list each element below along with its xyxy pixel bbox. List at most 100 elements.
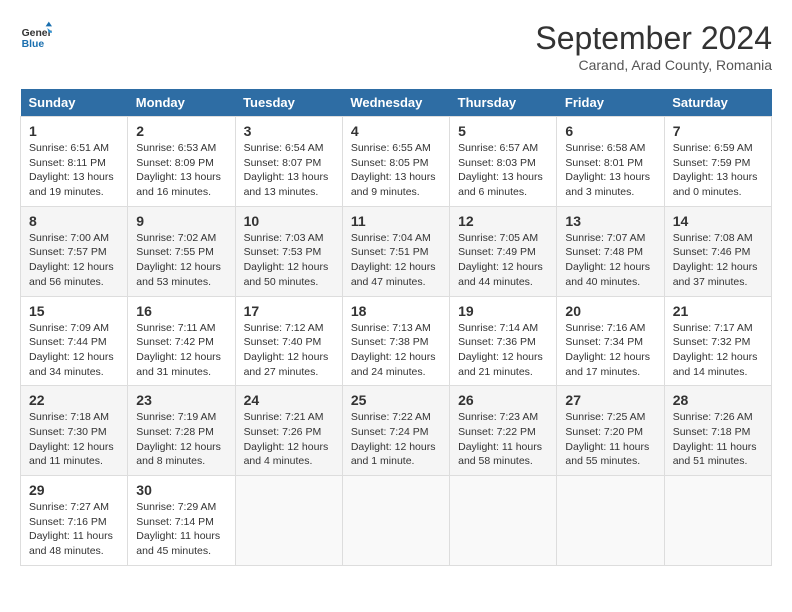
day-info: Sunrise: 7:07 AMSunset: 7:48 PMDaylight:…	[565, 231, 655, 290]
calendar-cell	[235, 476, 342, 566]
day-info: Sunrise: 7:02 AMSunset: 7:55 PMDaylight:…	[136, 231, 226, 290]
logo-icon: General Blue	[20, 20, 52, 52]
day-info: Sunrise: 6:58 AMSunset: 8:01 PMDaylight:…	[565, 141, 655, 200]
calendar-cell: 27Sunrise: 7:25 AMSunset: 7:20 PMDayligh…	[557, 386, 664, 476]
calendar-table: Sunday Monday Tuesday Wednesday Thursday…	[20, 89, 772, 566]
day-info: Sunrise: 6:51 AMSunset: 8:11 PMDaylight:…	[29, 141, 119, 200]
day-number: 16	[136, 303, 226, 319]
day-number: 4	[351, 123, 441, 139]
day-info: Sunrise: 7:00 AMSunset: 7:57 PMDaylight:…	[29, 231, 119, 290]
day-number: 3	[244, 123, 334, 139]
col-sunday: Sunday	[21, 89, 128, 117]
day-number: 11	[351, 213, 441, 229]
calendar-week-row: 1Sunrise: 6:51 AMSunset: 8:11 PMDaylight…	[21, 117, 772, 207]
day-number: 6	[565, 123, 655, 139]
calendar-cell: 20 Sunrise: 7:16 AMSunset: 7:34 PMDayligh…	[557, 296, 664, 386]
day-number: 24	[244, 392, 334, 408]
day-info: Sunrise: 7:13 AMSunset: 7:38 PMDaylight:…	[351, 321, 441, 380]
calendar-cell: 18 Sunrise: 7:13 AMSunset: 7:38 PMDayligh…	[342, 296, 449, 386]
day-number: 25	[351, 392, 441, 408]
calendar-cell: 2 Sunrise: 6:53 AMSunset: 8:09 PMDaylight…	[128, 117, 235, 207]
day-number: 10	[244, 213, 334, 229]
day-info: Sunrise: 7:09 AMSunset: 7:44 PMDaylight:…	[29, 321, 119, 380]
col-saturday: Saturday	[664, 89, 771, 117]
day-info: Sunrise: 7:16 AMSunset: 7:34 PMDaylight:…	[565, 321, 655, 380]
calendar-cell: 14 Sunrise: 7:08 AMSunset: 7:46 PMDayligh…	[664, 206, 771, 296]
day-info: Sunrise: 7:18 AMSunset: 7:30 PMDaylight:…	[29, 410, 119, 469]
day-number: 21	[673, 303, 763, 319]
day-number: 12	[458, 213, 548, 229]
day-info: Sunrise: 7:19 AMSunset: 7:28 PMDaylight:…	[136, 410, 226, 469]
day-info: Sunrise: 7:23 AMSunset: 7:22 PMDaylight:…	[458, 410, 548, 469]
page-header: General Blue September 2024 Carand, Arad…	[20, 20, 772, 73]
day-number: 13	[565, 213, 655, 229]
calendar-cell: 13 Sunrise: 7:07 AMSunset: 7:48 PMDayligh…	[557, 206, 664, 296]
day-number: 18	[351, 303, 441, 319]
col-monday: Monday	[128, 89, 235, 117]
day-number: 7	[673, 123, 763, 139]
day-info: Sunrise: 7:04 AMSunset: 7:51 PMDaylight:…	[351, 231, 441, 290]
day-number: 2	[136, 123, 226, 139]
calendar-cell: 9 Sunrise: 7:02 AMSunset: 7:55 PMDaylight…	[128, 206, 235, 296]
calendar-cell: 11 Sunrise: 7:04 AMSunset: 7:51 PMDayligh…	[342, 206, 449, 296]
col-friday: Friday	[557, 89, 664, 117]
day-number: 17	[244, 303, 334, 319]
calendar-cell	[342, 476, 449, 566]
day-number: 26	[458, 392, 548, 408]
calendar-week-row: 8 Sunrise: 7:00 AMSunset: 7:57 PMDaylight…	[21, 206, 772, 296]
calendar-cell: 4Sunrise: 6:55 AMSunset: 8:05 PMDaylight…	[342, 117, 449, 207]
calendar-cell: 10Sunrise: 7:03 AMSunset: 7:53 PMDayligh…	[235, 206, 342, 296]
calendar-cell: 26 Sunrise: 7:23 AMSunset: 7:22 PMDayligh…	[450, 386, 557, 476]
calendar-cell: 1Sunrise: 6:51 AMSunset: 8:11 PMDaylight…	[21, 117, 128, 207]
calendar-cell: 7 Sunrise: 6:59 AMSunset: 7:59 PMDaylight…	[664, 117, 771, 207]
calendar-week-row: 29Sunrise: 7:27 AMSunset: 7:16 PMDayligh…	[21, 476, 772, 566]
day-number: 29	[29, 482, 119, 498]
calendar-cell: 21 Sunrise: 7:17 AMSunset: 7:32 PMDayligh…	[664, 296, 771, 386]
calendar-cell: 19Sunrise: 7:14 AMSunset: 7:36 PMDayligh…	[450, 296, 557, 386]
day-number: 15	[29, 303, 119, 319]
day-info: Sunrise: 7:17 AMSunset: 7:32 PMDaylight:…	[673, 321, 763, 380]
day-number: 14	[673, 213, 763, 229]
calendar-header-row: Sunday Monday Tuesday Wednesday Thursday…	[21, 89, 772, 117]
day-info: Sunrise: 7:29 AMSunset: 7:14 PMDaylight:…	[136, 500, 226, 559]
calendar-cell: 22Sunrise: 7:18 AMSunset: 7:30 PMDayligh…	[21, 386, 128, 476]
day-number: 5	[458, 123, 548, 139]
calendar-cell: 8 Sunrise: 7:00 AMSunset: 7:57 PMDaylight…	[21, 206, 128, 296]
day-number: 19	[458, 303, 548, 319]
day-info: Sunrise: 7:05 AMSunset: 7:49 PMDaylight:…	[458, 231, 548, 290]
day-info: Sunrise: 6:53 AMSunset: 8:09 PMDaylight:…	[136, 141, 226, 200]
day-info: Sunrise: 7:22 AMSunset: 7:24 PMDaylight:…	[351, 410, 441, 469]
calendar-week-row: 22Sunrise: 7:18 AMSunset: 7:30 PMDayligh…	[21, 386, 772, 476]
calendar-cell: 5 Sunrise: 6:57 AMSunset: 8:03 PMDaylight…	[450, 117, 557, 207]
day-info: Sunrise: 7:26 AMSunset: 7:18 PMDaylight:…	[673, 410, 763, 469]
month-title: September 2024	[535, 20, 772, 57]
calendar-cell: 30Sunrise: 7:29 AMSunset: 7:14 PMDayligh…	[128, 476, 235, 566]
calendar-cell: 3Sunrise: 6:54 AMSunset: 8:07 PMDaylight…	[235, 117, 342, 207]
day-info: Sunrise: 6:57 AMSunset: 8:03 PMDaylight:…	[458, 141, 548, 200]
day-number: 28	[673, 392, 763, 408]
calendar-cell: 16Sunrise: 7:11 AMSunset: 7:42 PMDayligh…	[128, 296, 235, 386]
day-number: 20	[565, 303, 655, 319]
calendar-week-row: 15 Sunrise: 7:09 AMSunset: 7:44 PMDayligh…	[21, 296, 772, 386]
col-thursday: Thursday	[450, 89, 557, 117]
calendar-cell: 28 Sunrise: 7:26 AMSunset: 7:18 PMDayligh…	[664, 386, 771, 476]
calendar-cell: 23Sunrise: 7:19 AMSunset: 7:28 PMDayligh…	[128, 386, 235, 476]
col-tuesday: Tuesday	[235, 89, 342, 117]
day-number: 9	[136, 213, 226, 229]
calendar-cell: 15 Sunrise: 7:09 AMSunset: 7:44 PMDayligh…	[21, 296, 128, 386]
day-number: 27	[565, 392, 655, 408]
day-info: Sunrise: 7:12 AMSunset: 7:40 PMDaylight:…	[244, 321, 334, 380]
day-number: 8	[29, 213, 119, 229]
col-wednesday: Wednesday	[342, 89, 449, 117]
calendar-cell	[450, 476, 557, 566]
title-area: September 2024 Carand, Arad County, Roma…	[535, 20, 772, 73]
calendar-cell: 24Sunrise: 7:21 AMSunset: 7:26 PMDayligh…	[235, 386, 342, 476]
calendar-cell: 25 Sunrise: 7:22 AMSunset: 7:24 PMDayligh…	[342, 386, 449, 476]
day-info: Sunrise: 6:59 AMSunset: 7:59 PMDaylight:…	[673, 141, 763, 200]
calendar-cell: 6 Sunrise: 6:58 AMSunset: 8:01 PMDaylight…	[557, 117, 664, 207]
day-info: Sunrise: 7:08 AMSunset: 7:46 PMDaylight:…	[673, 231, 763, 290]
calendar-cell	[557, 476, 664, 566]
location-subtitle: Carand, Arad County, Romania	[535, 57, 772, 73]
logo: General Blue	[20, 20, 52, 52]
svg-text:General: General	[22, 28, 52, 39]
